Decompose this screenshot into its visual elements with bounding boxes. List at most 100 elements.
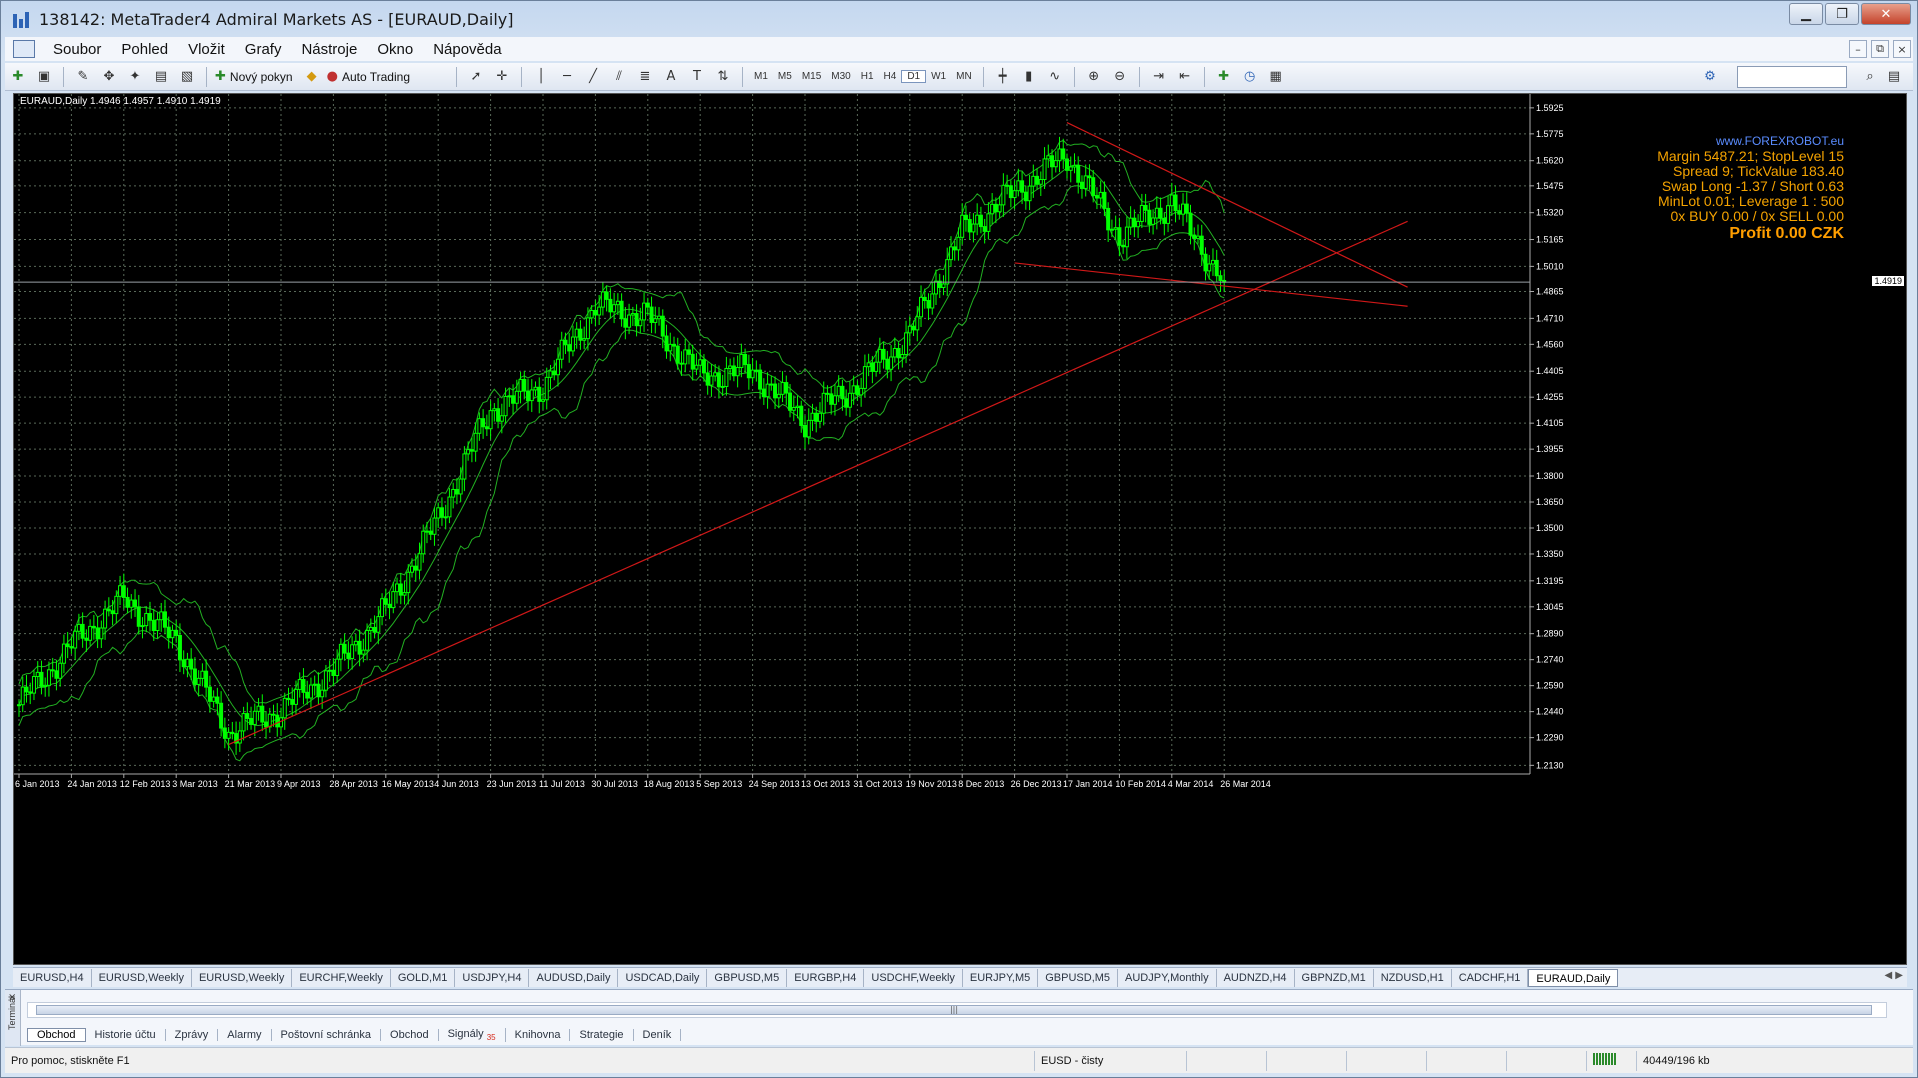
chart-tab[interactable]: USDJPY,H4 xyxy=(455,968,530,987)
terminal-scrollbar[interactable]: ||| xyxy=(27,1002,1887,1018)
cursor-icon[interactable]: ➚ xyxy=(465,66,487,88)
tester-icon[interactable]: ▧ xyxy=(176,66,198,88)
terminal-icon[interactable]: ▤ xyxy=(150,66,172,88)
metaeditor-icon[interactable]: ◆ xyxy=(301,66,323,88)
time-tick-label: 8 Dec 2013 xyxy=(958,779,1004,789)
terminal-tab-zpravy[interactable]: Zprávy xyxy=(166,1029,219,1041)
timeframe-m30[interactable]: M30 xyxy=(826,71,855,82)
menu-napoveda[interactable]: Nápověda xyxy=(423,41,511,58)
menu-vlozit[interactable]: Vložit xyxy=(178,41,235,58)
chart-tab-active[interactable]: EURAUD,Daily xyxy=(1528,968,1619,987)
menu-soubor[interactable]: Soubor xyxy=(43,41,111,58)
timeframe-w1[interactable]: W1 xyxy=(926,71,951,82)
timeframe-m1[interactable]: M1 xyxy=(749,71,773,82)
line-chart-icon[interactable]: ∿ xyxy=(1044,66,1066,88)
menu-nastroje[interactable]: Nástroje xyxy=(291,41,367,58)
candle-body xyxy=(275,714,280,728)
timeframe-mn[interactable]: MN xyxy=(951,71,977,82)
mdi-minimize-button[interactable]: – xyxy=(1849,40,1867,58)
label-tool[interactable]: T xyxy=(686,66,708,88)
chart-tab[interactable]: CADCHF,H1 xyxy=(1452,968,1529,987)
tabs-scroll-arrows-icon[interactable]: ◀ ▶ xyxy=(1884,970,1903,981)
chart-tab[interactable]: AUDJPY,Monthly xyxy=(1118,968,1217,987)
candle-body xyxy=(971,223,976,233)
minimize-button[interactable]: ▁ xyxy=(1789,3,1823,25)
market-watch-icon[interactable]: ✎ xyxy=(72,66,94,88)
candle-body xyxy=(896,347,901,359)
candle-body xyxy=(24,686,29,693)
menu-okno[interactable]: Okno xyxy=(367,41,423,58)
text-tool[interactable]: A xyxy=(660,66,682,88)
chart-tab[interactable]: USDCAD,Daily xyxy=(618,968,708,987)
timeframe-h4[interactable]: H4 xyxy=(879,71,902,82)
chart-tab[interactable]: AUDUSD,Daily xyxy=(529,968,619,987)
chart-tab[interactable]: AUDNZD,H4 xyxy=(1217,968,1295,987)
terminal-tab-postovni[interactable]: Poštovní schránka xyxy=(272,1029,382,1041)
horizontal-line-icon[interactable]: ─ xyxy=(556,66,578,88)
autoscroll-icon[interactable]: ⇥ xyxy=(1148,66,1170,88)
indicators-icon[interactable]: ✚ xyxy=(1213,66,1235,88)
chart-tab[interactable]: EURUSD,Weekly xyxy=(192,968,293,987)
chart-tab[interactable]: GBPUSD,M5 xyxy=(707,968,788,987)
timeframe-h1[interactable]: H1 xyxy=(856,71,879,82)
chart-tab[interactable]: EURUSD,H4 xyxy=(13,968,92,987)
terminal-tab-strategie[interactable]: Strategie xyxy=(570,1029,634,1041)
menu-pohled[interactable]: Pohled xyxy=(111,41,178,58)
templates-icon[interactable]: ▦ xyxy=(1265,66,1287,88)
mdi-close-button[interactable]: × xyxy=(1893,40,1911,58)
data-window-icon[interactable]: ✦ xyxy=(124,66,146,88)
arrows-icon[interactable]: ⇅ xyxy=(712,66,734,88)
periods-icon[interactable]: ◷ xyxy=(1239,66,1261,88)
mdi-restore-button[interactable]: ⧉ xyxy=(1871,40,1889,58)
candle-body xyxy=(481,418,486,428)
chart-tab[interactable]: EURUSD,Weekly xyxy=(92,968,192,987)
zoom-in-icon[interactable]: ⊕ xyxy=(1083,66,1105,88)
chart-tab[interactable]: GBPUSD,M5 xyxy=(1038,968,1119,987)
candle-body xyxy=(570,336,575,352)
profiles-icon[interactable]: ▣ xyxy=(33,66,55,88)
chart-tab[interactable]: EURJPY,M5 xyxy=(963,968,1039,987)
menu-grafy[interactable]: Grafy xyxy=(235,41,292,58)
chart-tab[interactable]: USDCHF,Weekly xyxy=(864,968,963,987)
terminal-tab-signaly[interactable]: Signály 35 xyxy=(439,1027,506,1043)
vertical-line-icon[interactable]: │ xyxy=(530,66,552,88)
chart-area[interactable]: 1.5925 1.5775 1.5620 1.5475 1.5320 1.5165 1.50… xyxy=(13,93,1907,965)
zoom-out-icon[interactable]: ⊖ xyxy=(1109,66,1131,88)
candle-body xyxy=(499,415,504,422)
options-icon[interactable]: ▤ xyxy=(1883,66,1905,88)
crosshair-icon[interactable]: ✛ xyxy=(491,66,513,88)
fibonacci-icon[interactable]: ≣ xyxy=(634,66,656,88)
navigator-icon[interactable]: ✥ xyxy=(98,66,120,88)
terminal-tab-knihovna[interactable]: Knihovna xyxy=(506,1029,571,1041)
maximize-button[interactable]: ❐ xyxy=(1825,3,1859,25)
chart-tab[interactable]: EURGBP,H4 xyxy=(787,968,865,987)
timeframe-m15[interactable]: M15 xyxy=(797,71,826,82)
timeframe-d1[interactable]: D1 xyxy=(901,70,927,83)
timeframe-m5[interactable]: M5 xyxy=(773,71,797,82)
terminal-tab-obchod-2[interactable]: Obchod xyxy=(381,1029,439,1041)
chart-tab[interactable]: NZDUSD,H1 xyxy=(1374,968,1452,987)
candle-body xyxy=(335,658,340,676)
candlestick-chart-icon[interactable]: ▮ xyxy=(1018,66,1040,88)
settings-gear-icon[interactable]: ⚙ xyxy=(1699,66,1721,88)
close-button[interactable]: ✕ xyxy=(1861,3,1911,25)
chart-window-icon[interactable] xyxy=(13,40,35,58)
terminal-tab-denik[interactable]: Deník xyxy=(634,1029,682,1041)
terminal-tab-alarmy[interactable]: Alarmy xyxy=(218,1029,272,1041)
new-order-button[interactable]: ✚ Nový pokyn xyxy=(215,66,297,88)
trendline-icon[interactable]: ╱ xyxy=(582,66,604,88)
channel-icon[interactable]: ⫽ xyxy=(608,66,630,88)
chart-tab[interactable]: EURCHF,Weekly xyxy=(292,968,391,987)
chart-tab[interactable]: GBPNZD,M1 xyxy=(1295,968,1374,987)
scrollbar-thumb[interactable]: ||| xyxy=(36,1005,1872,1015)
toolbar-search-input[interactable] xyxy=(1737,66,1847,88)
auto-trading-button[interactable]: ● Auto Trading xyxy=(327,66,414,88)
chart-shift-icon[interactable]: ⇤ xyxy=(1174,66,1196,88)
terminal-tab-obchod[interactable]: Obchod xyxy=(27,1028,86,1042)
chart-tab[interactable]: GOLD,M1 xyxy=(391,968,456,987)
bar-chart-icon[interactable]: ┿ xyxy=(992,66,1014,88)
candle-body xyxy=(701,359,706,374)
search-icon[interactable]: ⌕ xyxy=(1859,66,1881,88)
new-chart-icon[interactable]: ✚ xyxy=(7,66,29,88)
terminal-tab-historie[interactable]: Historie účtu xyxy=(86,1029,166,1041)
